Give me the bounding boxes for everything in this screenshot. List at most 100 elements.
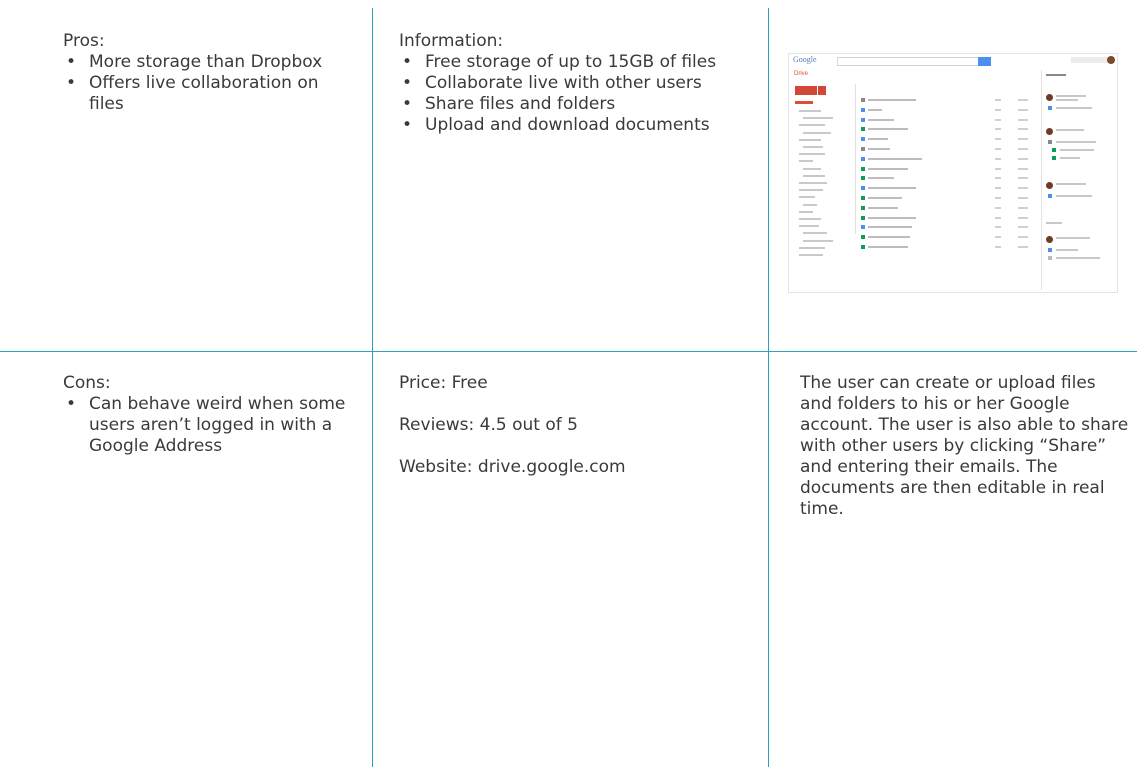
avatar	[1107, 56, 1115, 64]
sidebar-item	[799, 246, 825, 249]
table-row	[861, 156, 1036, 162]
document-icon	[1048, 106, 1052, 110]
pros-heading: Pros:	[63, 31, 105, 51]
bullet-icon: •	[66, 394, 77, 414]
file-owner-line	[995, 128, 1001, 131]
bullet-icon: •	[402, 94, 413, 114]
table-row	[861, 147, 1036, 152]
file-modified-line	[1018, 177, 1028, 180]
list-item: • Free storage of up to 15GB of files	[399, 52, 744, 73]
information-list: • Free storage of up to 15GB of files • Co…	[399, 52, 744, 136]
sidebar-item	[799, 110, 821, 112]
pros-item-text: More storage than Dropbox	[89, 52, 323, 72]
activity-line	[1056, 237, 1090, 239]
sidebar-item	[803, 117, 833, 120]
table-row	[861, 98, 1036, 103]
bullet-icon: •	[402, 52, 413, 72]
sidebar-item	[799, 124, 825, 127]
file-name-line	[868, 246, 908, 248]
file-owner-line	[995, 177, 1001, 180]
file-modified-line	[1018, 236, 1028, 239]
file-modified-line	[1018, 118, 1028, 121]
list-item: • More storage than Dropbox	[63, 52, 353, 73]
sidebar-item	[799, 182, 827, 184]
file-icon	[861, 205, 865, 210]
file-icon	[861, 147, 865, 151]
create-button-shape	[795, 86, 817, 95]
list-item: • Offers live collaboration on files	[63, 73, 353, 115]
file-modified-line	[1018, 187, 1028, 190]
screenshot-top-bar: Google	[789, 54, 1117, 68]
search-icon	[978, 57, 991, 66]
file-icon	[861, 235, 865, 240]
sidebar-item	[799, 254, 823, 256]
file-modified-line	[1018, 138, 1028, 141]
information-item-text: Upload and download documents	[425, 115, 710, 135]
file-icon	[861, 156, 865, 161]
information-item-text: Free storage of up to 15GB of files	[425, 52, 717, 72]
description-text: The user can create or upload files and …	[800, 373, 1129, 519]
file-name-line	[868, 206, 898, 209]
sidebar-item	[803, 203, 817, 206]
file-icon	[861, 186, 865, 191]
file-icon	[861, 215, 865, 220]
activity-line	[1060, 157, 1080, 159]
information-item-text: Collaborate live with other users	[425, 73, 702, 93]
table-row	[861, 235, 1036, 240]
file-owner-line	[995, 108, 1001, 111]
reviews-text: Reviews: 4.5 out of 5	[399, 415, 578, 435]
table-row	[861, 107, 1036, 113]
sidebar-item	[803, 146, 823, 148]
activity-line	[1056, 141, 1096, 143]
table-row	[861, 186, 1036, 191]
cons-item-text: Can behave weird when some users aren’t …	[89, 394, 346, 456]
grid-divider-right	[768, 8, 769, 767]
file-owner-line	[995, 157, 1001, 160]
activity-line	[1060, 149, 1094, 151]
file-modified-line	[1018, 197, 1028, 199]
file-modified-line	[1018, 167, 1028, 170]
pros-section: Pros: • More storage than Dropbox • Offers…	[63, 31, 353, 115]
file-icon	[861, 127, 865, 132]
table-row	[861, 166, 1036, 172]
sidebar-item	[799, 218, 821, 220]
activity-line	[1046, 222, 1062, 224]
file-icon	[861, 225, 865, 230]
table-row	[861, 245, 1036, 250]
file-owner-line	[995, 206, 1001, 209]
file-name-line	[868, 236, 910, 239]
file-owner-line	[995, 197, 1001, 199]
activity-line	[1056, 195, 1092, 197]
file-name-line	[868, 187, 916, 190]
bullet-icon: •	[66, 73, 77, 93]
list-item: • Upload and download documents	[399, 115, 744, 136]
file-name-line	[868, 177, 894, 180]
table-row	[861, 196, 1036, 201]
bullet-icon: •	[402, 73, 413, 93]
activity-line	[1056, 95, 1086, 97]
avatar	[1046, 236, 1053, 243]
bullet-icon: •	[402, 115, 413, 135]
file-modified-line	[1018, 108, 1028, 111]
file-modified-line	[1018, 157, 1028, 160]
sidebar-item	[799, 196, 815, 199]
grid-divider-middle	[0, 351, 1137, 352]
information-section: Information: • Free storage of up to 15GB…	[399, 31, 744, 136]
document-icon	[1052, 156, 1056, 160]
file-owner-line	[995, 216, 1001, 219]
activity-line	[1056, 183, 1086, 185]
activity-line	[1056, 99, 1078, 101]
list-item: • Can behave weird when some users aren’t…	[63, 394, 353, 457]
sidebar-item	[803, 131, 831, 134]
sidebar-item	[803, 232, 827, 235]
description-section: The user can create or upload files and …	[800, 373, 1130, 520]
activity-line	[1056, 107, 1092, 109]
upload-icon	[818, 86, 826, 95]
document-icon	[1048, 248, 1052, 252]
table-row	[861, 117, 1036, 123]
file-owner-line	[995, 246, 1001, 248]
information-item-text: Share files and folders	[425, 94, 616, 114]
screenshot-search-box	[837, 57, 979, 66]
information-heading: Information:	[399, 31, 504, 51]
sidebar-active-item	[795, 101, 813, 104]
